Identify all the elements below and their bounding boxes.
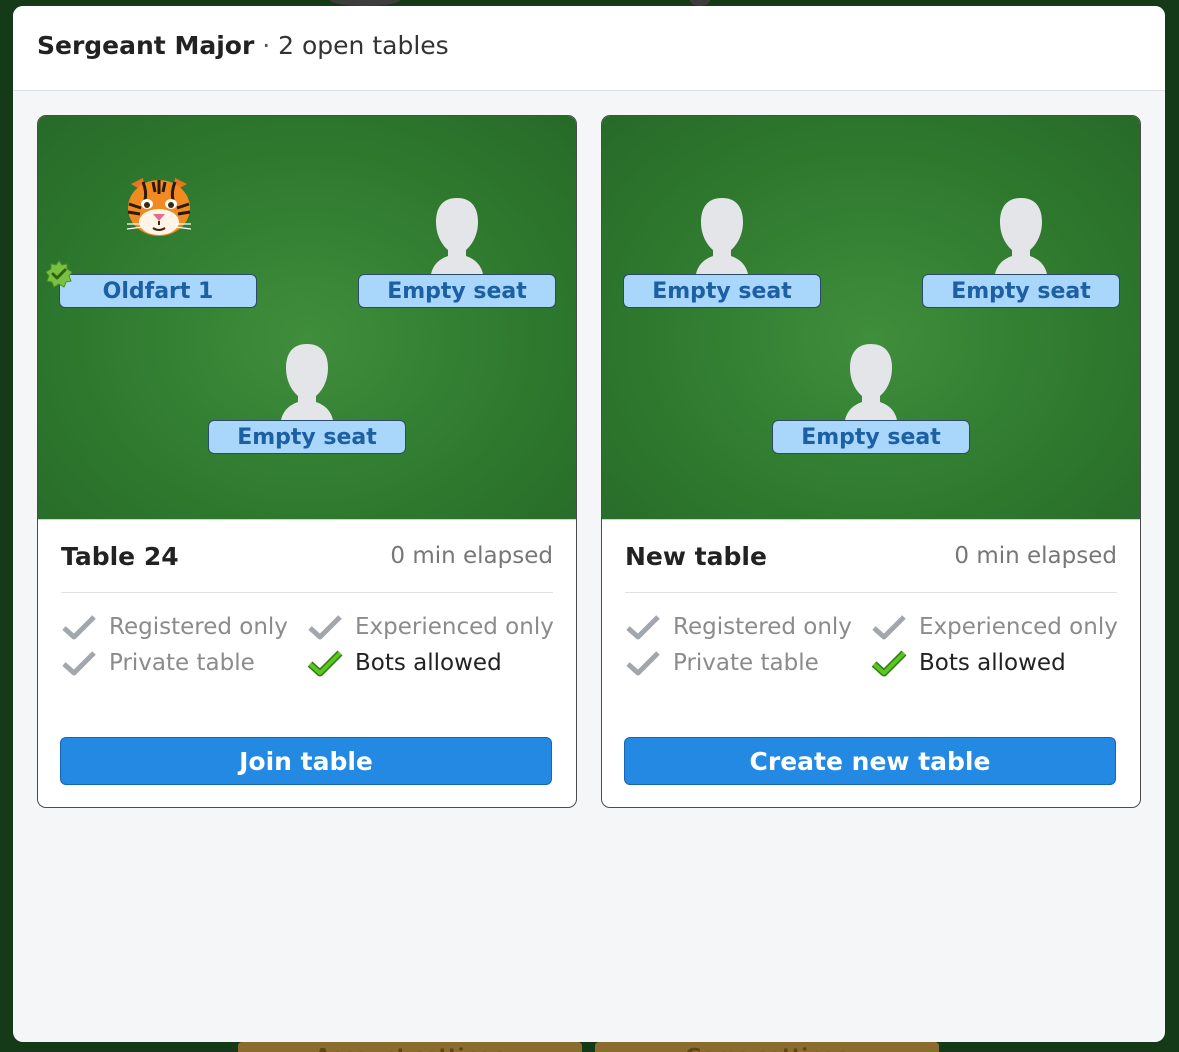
seat-bottom[interactable]: Empty seat [208,344,406,454]
seat-top-right[interactable]: Empty seat [358,198,556,308]
elapsed-time: 0 min elapsed [954,543,1117,569]
verified-badge-icon [45,260,73,288]
create-new-table-button[interactable]: Create new table [624,737,1116,785]
table-options: Registered only Experienced only Private… [625,593,1118,676]
checkmark-off-icon [62,650,96,675]
empty-seat-nameplate: Empty seat [922,274,1120,308]
person-silhouette-icon [696,198,748,274]
person-silhouette-icon [431,198,483,274]
table-card: Oldfart 1 Empty seat Empty seat Table 24… [37,115,577,808]
empty-seat-nameplate: Empty seat [208,420,406,454]
option-experienced-only: Experienced only [871,613,1121,640]
empty-seat-nameplate: Empty seat [623,274,821,308]
seat-top-left[interactable]: Empty seat [623,198,821,308]
checkmark-off-icon [61,613,97,641]
open-tables-modal: Sergeant Major · 2 open tables Oldfart 1… [13,6,1165,1042]
checkmark-on-icon [307,650,343,676]
checkmark-off-icon [308,614,342,639]
game-settings-button[interactable]: Game settings [595,1042,939,1052]
table-felt: Empty seat Empty seat Empty seat [602,116,1140,520]
table-options: Registered only Experienced only Private… [61,593,554,676]
option-registered-only: Registered only [61,613,307,641]
table-card: Empty seat Empty seat Empty seat New tab… [601,115,1141,808]
table-name: Table 24 [61,541,179,571]
checkmark-on-icon [871,650,907,676]
option-bots-allowed: Bots allowed [307,649,557,676]
empty-seat-nameplate: Empty seat [358,274,556,308]
option-private-table: Private table [61,649,307,676]
player-nameplate: Oldfart 1 [59,274,257,308]
checkmark-off-icon [626,650,660,675]
seat-bottom[interactable]: Empty seat [772,344,970,454]
title-separator: · [254,31,279,60]
option-bots-allowed: Bots allowed [871,649,1121,676]
seat-top-left[interactable]: Oldfart 1 [45,178,257,308]
table-felt: Oldfart 1 Empty seat Empty seat [38,116,576,520]
checkmark-off-icon [872,614,906,639]
open-tables-count: 2 open tables [278,31,449,60]
option-registered-only: Registered only [625,613,871,640]
account-settings-button[interactable]: Account settings [238,1042,582,1052]
elapsed-time: 0 min elapsed [390,543,553,569]
tiger-icon [126,178,192,236]
table-name: New table [625,541,767,571]
checkmark-off-icon [626,614,660,639]
join-table-button[interactable]: Join table [60,737,552,785]
game-title: Sergeant Major [37,31,255,60]
table-info: Table 24 0 min elapsed Registered only E… [38,520,576,676]
option-experienced-only: Experienced only [307,613,557,640]
person-silhouette-icon [281,344,333,420]
modal-header: Sergeant Major · 2 open tables [13,6,1165,91]
person-silhouette-icon [995,198,1047,274]
option-private-table: Private table [625,649,871,676]
person-silhouette-icon [845,344,897,420]
empty-seat-nameplate: Empty seat [772,420,970,454]
seat-top-right[interactable]: Empty seat [922,198,1120,308]
table-info: New table 0 min elapsed Registered only … [602,520,1140,676]
